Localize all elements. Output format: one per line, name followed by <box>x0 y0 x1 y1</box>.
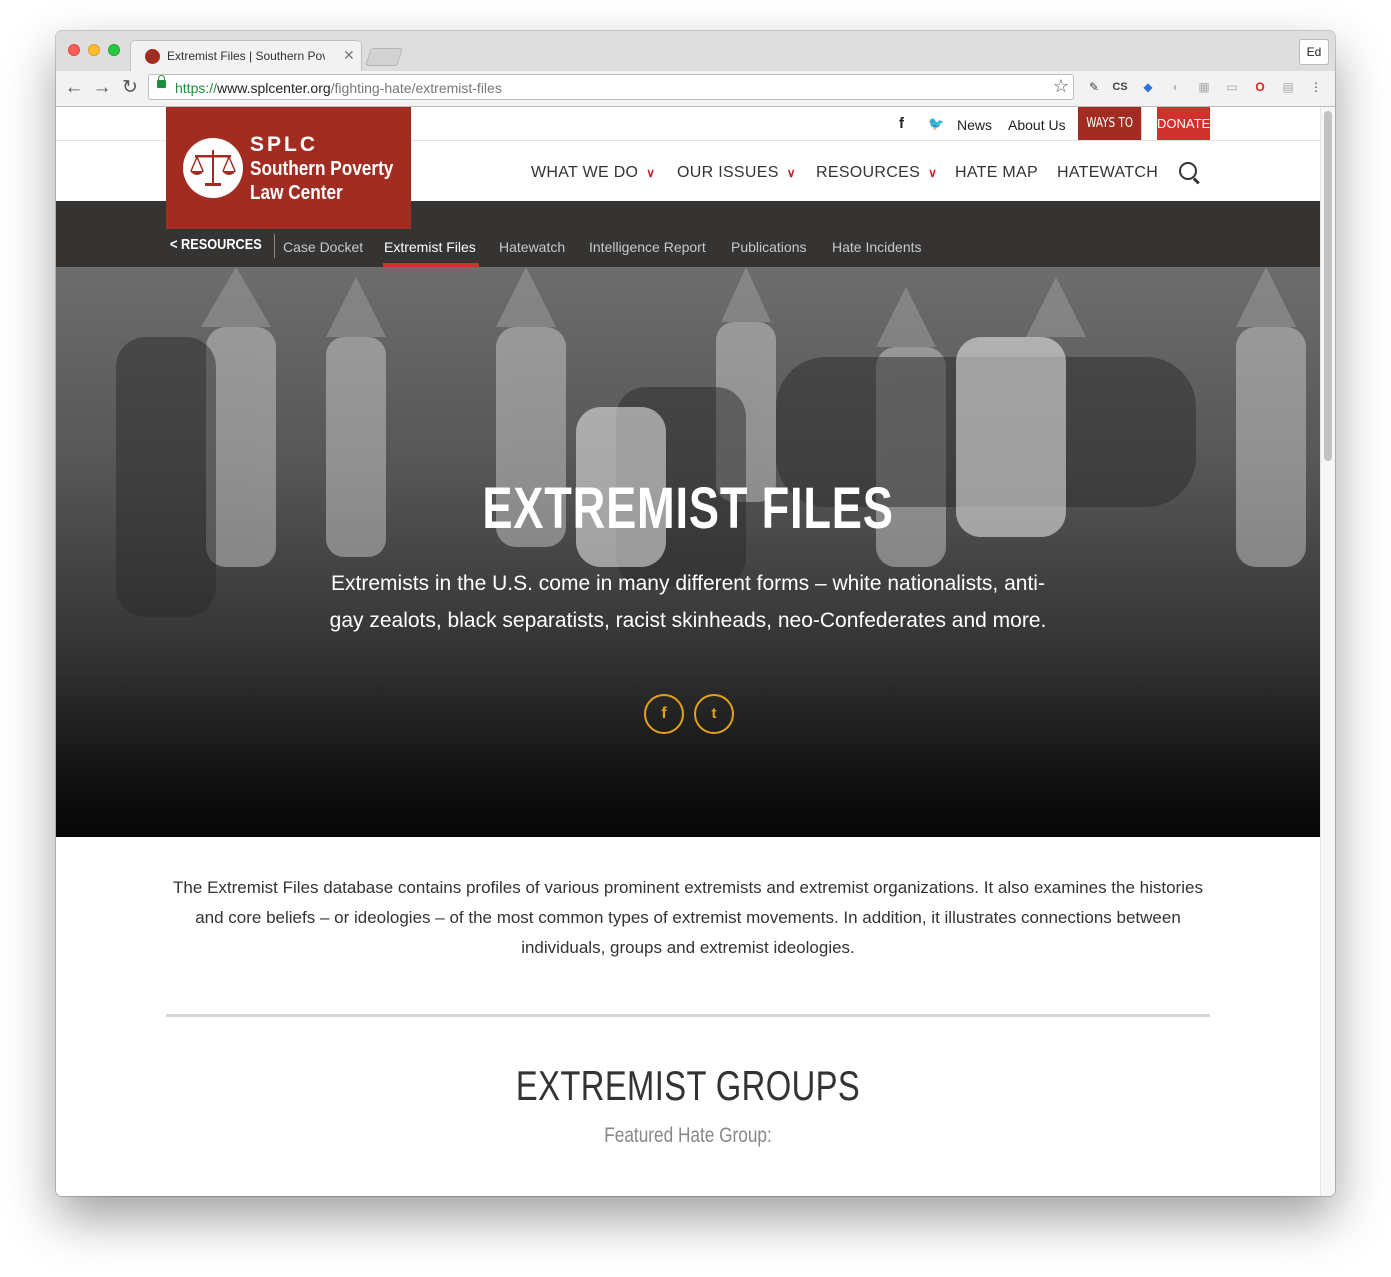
pin-extension-icon[interactable]: ✎ <box>1086 79 1102 95</box>
logo-name-line1: Southern Poverty <box>250 158 394 180</box>
subnav-back-resources[interactable]: < RESOURCES <box>170 236 262 253</box>
cast-extension-icon[interactable]: ▭ <box>1224 79 1240 95</box>
subnav-hatewatch[interactable]: Hatewatch <box>499 239 565 255</box>
opera-extension-icon[interactable]: O <box>1252 79 1268 95</box>
url-host: www.splcenter.org <box>217 80 331 96</box>
minimize-window-button[interactable] <box>88 44 100 56</box>
hero-background-photo <box>116 267 1306 617</box>
nav-resources-label: RESOURCES <box>816 164 921 181</box>
donate-button[interactable]: DONATE <box>1157 107 1210 140</box>
url-protocol: https:// <box>175 80 218 96</box>
bookmark-star-icon[interactable]: ☆ <box>1053 76 1069 97</box>
intro-paragraph: The Extremist Files database contains pr… <box>173 878 1203 957</box>
subnav-intelligence-report[interactable]: Intelligence Report <box>589 239 706 255</box>
chevron-down-icon: ∨ <box>928 166 938 180</box>
subnav-publications[interactable]: Publications <box>731 239 807 255</box>
shield-extension-icon[interactable]: ◆ <box>1140 79 1156 95</box>
chevron-down-icon: ∨ <box>646 166 656 180</box>
subnav-hate-incidents[interactable]: Hate Incidents <box>832 239 922 255</box>
scrollbar-thumb[interactable] <box>1324 111 1332 461</box>
browser-toolbar: ← → ↻ https://www.splcenter.org/fighting… <box>56 71 1335 107</box>
reader-extension-icon[interactable]: ▤ <box>1280 79 1296 95</box>
search-icon[interactable] <box>1179 162 1197 180</box>
qr-extension-icon[interactable]: ▦ <box>1196 79 1212 95</box>
lock-icon <box>157 75 166 88</box>
subnav-case-docket[interactable]: Case Docket <box>283 239 363 255</box>
hero-description: Extremists in the U.S. come in many diff… <box>329 572 1047 632</box>
new-tab-button[interactable] <box>365 48 403 66</box>
section-divider <box>166 1014 1210 1017</box>
util-link-about-us[interactable]: About Us <box>1008 117 1066 133</box>
url-path: /fighting-hate/extremist-files <box>330 80 502 96</box>
tab-title: Extremist Files | Southern Pov <box>167 49 325 63</box>
nav-what-we-do[interactable]: WHAT WE DO ∨ <box>531 164 655 182</box>
share-twitter-icon[interactable]: t <box>694 694 734 734</box>
nav-what-we-do-label: WHAT WE DO <box>531 164 639 181</box>
splc-logo[interactable]: SPLC Southern Poverty Law Center <box>166 107 411 229</box>
menu-kebab-icon[interactable]: ⋮ <box>1308 79 1324 95</box>
profile-button[interactable]: Ed <box>1299 39 1329 65</box>
forward-arrow-icon[interactable]: → <box>90 76 114 100</box>
featured-hate-group-subheading: Featured Hate Group: <box>604 1124 772 1147</box>
logo-acronym: SPLC <box>250 133 319 156</box>
address-bar[interactable]: https://www.splcenter.org/fighting-hate/… <box>148 74 1074 100</box>
logo-name-line2: Law Center <box>250 182 343 204</box>
subnav-separator <box>274 234 275 258</box>
url-text[interactable]: https://www.splcenter.org/fighting-hate/… <box>175 80 502 96</box>
web-page: f 🐦 News About Us WAYS TO GIVE DONATE SP… <box>56 107 1320 1196</box>
nav-our-issues[interactable]: OUR ISSUES ∨ <box>677 164 796 182</box>
browser-titlebar: Extremist Files | Southern Pov ✕ Ed <box>56 31 1335 71</box>
nav-hate-map[interactable]: HATE MAP <box>955 164 1038 182</box>
extremist-groups-heading: EXTREMIST GROUPS <box>515 1062 861 1109</box>
browser-tab[interactable]: Extremist Files | Southern Pov ✕ <box>130 40 362 71</box>
twitter-icon[interactable]: 🐦 <box>928 116 944 132</box>
reload-icon[interactable]: ↻ <box>118 76 142 100</box>
share-facebook-icon[interactable]: f <box>644 694 684 734</box>
nav-our-issues-label: OUR ISSUES <box>677 164 779 181</box>
nav-resources[interactable]: RESOURCES ∨ <box>816 164 937 182</box>
ways-to-give-button[interactable]: WAYS TO GIVE <box>1078 107 1142 165</box>
nav-hatewatch[interactable]: HATEWATCH <box>1057 164 1158 182</box>
splc-favicon-icon <box>145 49 160 64</box>
facebook-icon[interactable]: f <box>899 115 904 132</box>
cs-extension-icon[interactable]: CS <box>1112 79 1128 95</box>
hero-banner: EXTREMIST FILES Extremists in the U.S. c… <box>56 267 1320 837</box>
subnav-extremist-files[interactable]: Extremist Files <box>384 239 476 255</box>
util-link-news[interactable]: News <box>957 117 992 133</box>
scales-of-justice-icon <box>183 138 243 198</box>
chevron-down-icon: ∨ <box>786 166 796 180</box>
close-tab-icon[interactable]: ✕ <box>343 47 355 64</box>
chevron-left-icon: < <box>170 236 181 253</box>
back-arrow-icon[interactable]: ← <box>62 76 86 100</box>
browser-window: Extremist Files | Southern Pov ✕ Ed ← → … <box>56 31 1335 1196</box>
maximize-window-button[interactable] <box>108 44 120 56</box>
subnav-back-label: RESOURCES <box>180 236 262 253</box>
ghost-extension-icon[interactable]: ◐ <box>1168 79 1184 95</box>
page-scrollbar[interactable] <box>1320 107 1335 1196</box>
hero-title: EXTREMIST FILES <box>482 476 894 541</box>
close-window-button[interactable] <box>68 44 80 56</box>
